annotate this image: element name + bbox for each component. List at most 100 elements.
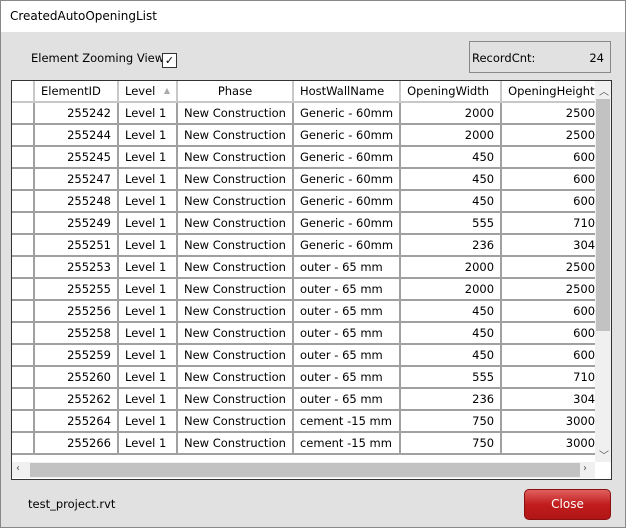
- table-cell[interactable]: cement -15 mm: [293, 433, 402, 455]
- table-cell[interactable]: New Construction: [178, 235, 294, 257]
- row-header[interactable]: [12, 257, 35, 279]
- table-cell[interactable]: 450: [401, 191, 503, 213]
- table-cell[interactable]: New Construction: [178, 367, 294, 389]
- table-cell[interactable]: 2000: [401, 257, 503, 279]
- table-cell[interactable]: outer - 65 mm: [293, 345, 402, 367]
- table-cell[interactable]: Level 1: [119, 125, 178, 147]
- table-cell[interactable]: New Construction: [178, 433, 294, 455]
- table-cell[interactable]: Level 1: [119, 191, 178, 213]
- row-header[interactable]: [12, 125, 35, 147]
- table-row[interactable]: 255258 Level 1 New Construction outer - 65 …: [12, 323, 604, 345]
- scroll-down-icon[interactable]: ﹀: [599, 447, 609, 462]
- table-cell[interactable]: New Construction: [178, 169, 294, 191]
- table-cell[interactable]: 255249: [35, 213, 119, 235]
- table-cell[interactable]: Level 1: [119, 257, 178, 279]
- table-cell[interactable]: 750: [401, 411, 503, 433]
- table-cell[interactable]: 255259: [35, 345, 119, 367]
- table-cell[interactable]: 255242: [35, 103, 119, 125]
- table-cell[interactable]: Level 1: [119, 213, 178, 235]
- row-header[interactable]: [12, 411, 35, 433]
- table-cell[interactable]: 2000: [401, 103, 503, 125]
- row-header[interactable]: [12, 389, 35, 411]
- table-cell[interactable]: 2500: [502, 103, 604, 125]
- column-header[interactable]: Level ▲: [119, 81, 178, 103]
- row-header[interactable]: [12, 433, 35, 455]
- table-row[interactable]: 255245 Level 1 New Construction Generic - 6…: [12, 147, 604, 169]
- table-cell[interactable]: 450: [401, 169, 503, 191]
- table-cell[interactable]: 710: [502, 213, 604, 235]
- table-cell[interactable]: New Construction: [178, 191, 294, 213]
- table-cell[interactable]: New Construction: [178, 257, 294, 279]
- table-cell[interactable]: New Construction: [178, 279, 294, 301]
- table-cell[interactable]: 255264: [35, 411, 119, 433]
- table-cell[interactable]: Level 1: [119, 367, 178, 389]
- table-cell[interactable]: 600: [502, 147, 604, 169]
- column-header[interactable]: ElementID: [35, 81, 119, 103]
- table-cell[interactable]: 3000: [502, 433, 604, 455]
- table-cell[interactable]: outer - 65 mm: [293, 301, 402, 323]
- table-cell[interactable]: New Construction: [178, 103, 294, 125]
- table-cell[interactable]: 555: [401, 367, 503, 389]
- table-cell[interactable]: Generic - 60mm: [293, 103, 402, 125]
- table-cell[interactable]: 255255: [35, 279, 119, 301]
- column-header[interactable]: Phase: [178, 81, 294, 103]
- table-cell[interactable]: outer - 65 mm: [293, 323, 402, 345]
- table-cell[interactable]: 600: [502, 301, 604, 323]
- table-cell[interactable]: New Construction: [178, 213, 294, 235]
- table-cell[interactable]: 255256: [35, 301, 119, 323]
- table-cell[interactable]: 600: [502, 345, 604, 367]
- table-cell[interactable]: New Construction: [178, 323, 294, 345]
- row-header[interactable]: [12, 235, 35, 257]
- table-cell[interactable]: 255260: [35, 367, 119, 389]
- table-cell[interactable]: 555: [401, 213, 503, 235]
- table-cell[interactable]: 255251: [35, 235, 119, 257]
- scroll-up-icon[interactable]: ︿: [599, 83, 609, 98]
- row-header[interactable]: [12, 103, 35, 125]
- table-cell[interactable]: 750: [401, 433, 503, 455]
- table-cell[interactable]: 450: [401, 301, 503, 323]
- table-cell[interactable]: New Construction: [178, 125, 294, 147]
- table-cell[interactable]: 3000: [502, 411, 604, 433]
- table-row[interactable]: 255260 Level 1 New Construction outer - 65 …: [12, 367, 604, 389]
- table-cell[interactable]: 255258: [35, 323, 119, 345]
- scroll-right-icon[interactable]: ›: [583, 463, 587, 474]
- table-cell[interactable]: Generic - 60mm: [293, 235, 402, 257]
- table-cell[interactable]: 2000: [401, 279, 503, 301]
- table-row[interactable]: 255253 Level 1 New Construction outer - 65 …: [12, 257, 604, 279]
- table-cell[interactable]: outer - 65 mm: [293, 257, 402, 279]
- table-cell[interactable]: 2500: [502, 279, 604, 301]
- table-cell[interactable]: Level 1: [119, 433, 178, 455]
- table-cell[interactable]: outer - 65 mm: [293, 389, 402, 411]
- table-cell[interactable]: New Construction: [178, 411, 294, 433]
- horizontal-scroll-thumb[interactable]: [30, 463, 580, 477]
- table-cell[interactable]: cement -15 mm: [293, 411, 402, 433]
- table-cell[interactable]: New Construction: [178, 147, 294, 169]
- table-row[interactable]: 255266 Level 1 New Construction cement -15 …: [12, 433, 604, 455]
- table-cell[interactable]: Level 1: [119, 235, 178, 257]
- row-header[interactable]: [12, 169, 35, 191]
- table-cell[interactable]: New Construction: [178, 345, 294, 367]
- table-row[interactable]: 255264 Level 1 New Construction cement -15 …: [12, 411, 604, 433]
- table-cell[interactable]: Level 1: [119, 301, 178, 323]
- row-header[interactable]: [12, 367, 35, 389]
- table-row[interactable]: 255259 Level 1 New Construction outer - 65 …: [12, 345, 604, 367]
- table-cell[interactable]: Level 1: [119, 147, 178, 169]
- table-cell[interactable]: Level 1: [119, 345, 178, 367]
- table-cell[interactable]: 600: [502, 191, 604, 213]
- table-row[interactable]: 255262 Level 1 New Construction outer - 65 …: [12, 389, 604, 411]
- table-cell[interactable]: Level 1: [119, 411, 178, 433]
- table-cell[interactable]: Generic - 60mm: [293, 191, 402, 213]
- table-cell[interactable]: 450: [401, 323, 503, 345]
- table-cell[interactable]: 236: [401, 389, 503, 411]
- data-grid[interactable]: ElementID Level ▲ Phase HostWallName Opening…: [11, 80, 612, 480]
- table-cell[interactable]: Level 1: [119, 103, 178, 125]
- table-cell[interactable]: 255244: [35, 125, 119, 147]
- close-button[interactable]: Close: [524, 489, 611, 520]
- table-cell[interactable]: 255245: [35, 147, 119, 169]
- vertical-scroll-thumb[interactable]: [596, 99, 610, 331]
- table-row[interactable]: 255256 Level 1 New Construction outer - 65 …: [12, 301, 604, 323]
- table-cell[interactable]: Level 1: [119, 323, 178, 345]
- table-cell[interactable]: Generic - 60mm: [293, 125, 402, 147]
- table-row[interactable]: 255242 Level 1 New Construction Generic - 6…: [12, 103, 604, 125]
- table-cell[interactable]: 304: [502, 235, 604, 257]
